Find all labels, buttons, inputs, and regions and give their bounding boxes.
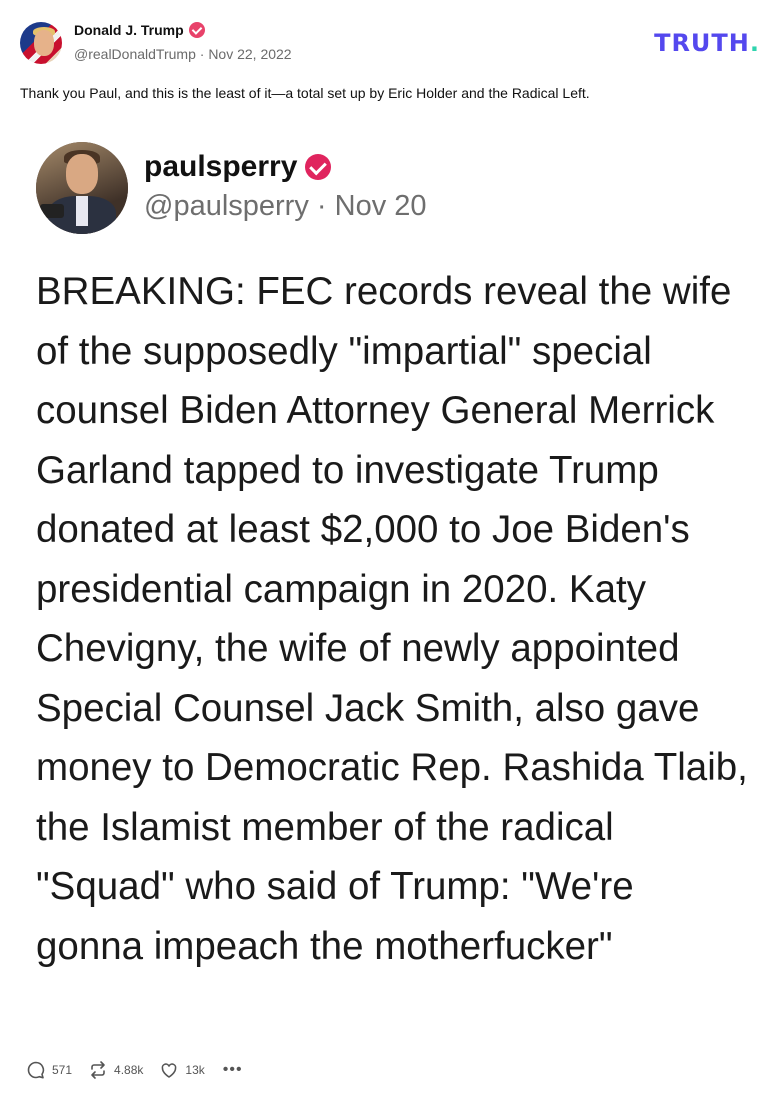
retruth-icon: [91, 1061, 105, 1079]
truth-logo[interactable]: TRUTH.: [654, 29, 760, 57]
retruth-count: 4.88k: [114, 1063, 144, 1077]
embedded-verified-badge-icon: [305, 154, 332, 180]
reply-icon: [27, 1061, 45, 1079]
logo-dot: .: [749, 29, 760, 57]
embedded-author-name: paulsperry: [144, 150, 298, 183]
embedded-author-avatar: [36, 142, 128, 234]
author-avatar[interactable]: [20, 22, 62, 64]
author-name-row: Donald J. Trump: [74, 22, 205, 38]
embedded-meta-separator: ·: [316, 190, 327, 222]
reply-count: 571: [52, 1063, 73, 1077]
retruth-button[interactable]: 4.88k: [88, 1060, 143, 1080]
embedded-date: Nov 20: [334, 190, 427, 222]
avatar-shirt: [76, 196, 88, 226]
verified-badge-icon: [188, 22, 205, 38]
like-button[interactable]: 13k: [159, 1060, 205, 1080]
more-button[interactable]: •••: [221, 1061, 243, 1079]
author-meta: @realDonaldTrump · Nov 22, 2022: [74, 46, 292, 62]
post-date[interactable]: Nov 22, 2022: [208, 46, 291, 62]
embedded-meta: @paulsperry · Nov 20: [144, 190, 427, 223]
heart-icon: [162, 1063, 177, 1078]
logo-text: TRUTH: [654, 29, 750, 57]
action-bar: 571 4.88k 13k •••: [26, 1060, 259, 1080]
avatar-face: [66, 154, 98, 194]
avatar-face: [34, 30, 54, 56]
like-count: 13k: [185, 1063, 205, 1077]
more-icon: •••: [222, 1061, 243, 1078]
embedded-post-text: BREAKING: FEC records reveal the wife of…: [36, 270, 748, 968]
microphone: [40, 204, 64, 218]
author-handle[interactable]: @realDonaldTrump: [74, 46, 196, 62]
reply-button[interactable]: 571: [26, 1060, 72, 1080]
embedded-name-row: paulsperry: [144, 150, 332, 184]
post-caption: Thank you Paul, and this is the least of…: [20, 85, 590, 101]
embedded-author-handle: @paulsperry: [144, 190, 309, 222]
meta-separator: ·: [199, 46, 205, 62]
author-name[interactable]: Donald J. Trump: [74, 22, 184, 38]
post-header: Donald J. Trump @realDonaldTrump · Nov 2…: [20, 18, 760, 66]
